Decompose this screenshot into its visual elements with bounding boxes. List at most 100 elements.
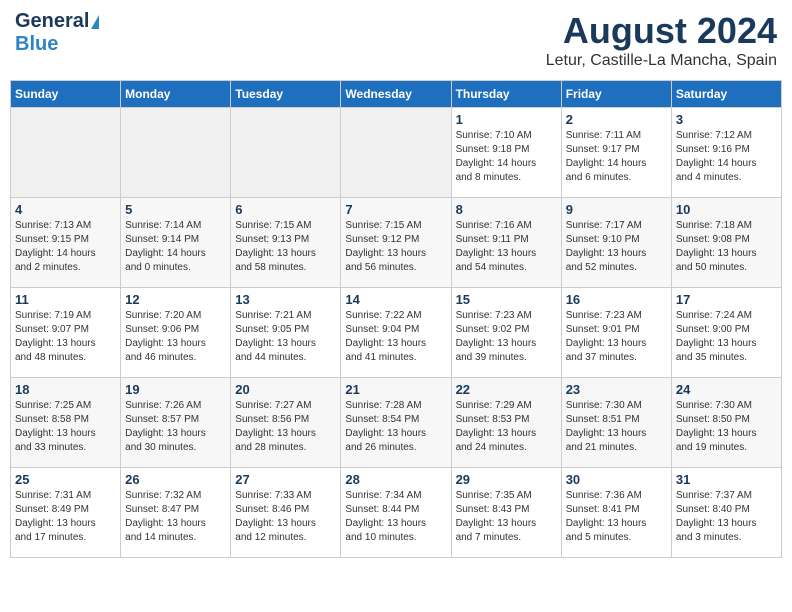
calendar-cell: 28 Sunrise: 7:34 AM Sunset: 8:44 PM Dayli…	[341, 468, 451, 558]
day-info: Sunrise: 7:28 AM Sunset: 8:54 PM Dayligh…	[345, 399, 446, 455]
day-number: 23	[566, 382, 667, 397]
calendar-cell: 14Sunrise: 7:22 AM Sunset: 9:04 PM Dayli…	[341, 288, 451, 378]
logo-general-text: General	[15, 10, 89, 33]
calendar-cell	[121, 108, 231, 198]
day-number: 8	[456, 202, 557, 217]
day-info: Sunrise: 7:33 AM Sunset: 8:46 PM Dayligh…	[235, 489, 336, 545]
calendar-cell: 16Sunrise: 7:23 AM Sunset: 9:01 PM Dayli…	[561, 288, 671, 378]
weekday-header-friday: Friday	[561, 81, 671, 108]
day-number: 29	[456, 472, 557, 487]
calendar-cell: 29Sunrise: 7:35 AM Sunset: 8:43 PM Dayli…	[451, 468, 561, 558]
day-info: Sunrise: 7:11 AM Sunset: 9:17 PM Dayligh…	[566, 129, 667, 185]
day-info: Sunrise: 7:29 AM Sunset: 8:53 PM Dayligh…	[456, 399, 557, 455]
calendar-week-row: 1Sunrise: 7:10 AM Sunset: 9:18 PM Daylig…	[11, 108, 782, 198]
header: General Blue August 2024 Letur, Castille…	[10, 10, 782, 70]
calendar-cell: 22 Sunrise: 7:29 AM Sunset: 8:53 PM Dayli…	[451, 378, 561, 468]
calendar-week-row: 11 Sunrise: 7:19 AM Sunset: 9:07 PM Dayli…	[11, 288, 782, 378]
day-info: Sunrise: 7:19 AM Sunset: 9:07 PM Dayligh…	[15, 309, 116, 365]
day-number: 18	[15, 382, 116, 397]
day-number: 14	[345, 292, 446, 307]
day-info: Sunrise: 7:23 AM Sunset: 9:01 PM Dayligh…	[566, 309, 667, 365]
day-info: Sunrise: 7:14 AM Sunset: 9:14 PM Dayligh…	[125, 219, 226, 275]
day-number: 4	[15, 202, 116, 217]
day-number: 12	[125, 292, 226, 307]
calendar-cell: 9 Sunrise: 7:17 AM Sunset: 9:10 PM Daylig…	[561, 198, 671, 288]
day-number: 19	[125, 382, 226, 397]
calendar-cell: 27 Sunrise: 7:33 AM Sunset: 8:46 PM Dayli…	[231, 468, 341, 558]
day-number: 21	[345, 382, 446, 397]
calendar-cell	[231, 108, 341, 198]
calendar-cell: 18Sunrise: 7:25 AM Sunset: 8:58 PM Dayli…	[11, 378, 121, 468]
day-info: Sunrise: 7:31 AM Sunset: 8:49 PM Dayligh…	[15, 489, 116, 545]
day-info: Sunrise: 7:30 AM Sunset: 8:51 PM Dayligh…	[566, 399, 667, 455]
weekday-header-row: SundayMondayTuesdayWednesdayThursdayFrid…	[11, 81, 782, 108]
calendar-cell: 20 Sunrise: 7:27 AM Sunset: 8:56 PM Dayli…	[231, 378, 341, 468]
day-number: 15	[456, 292, 557, 307]
day-info: Sunrise: 7:26 AM Sunset: 8:57 PM Dayligh…	[125, 399, 226, 455]
calendar-cell: 8 Sunrise: 7:16 AM Sunset: 9:11 PM Daylig…	[451, 198, 561, 288]
day-info: Sunrise: 7:15 AM Sunset: 9:12 PM Dayligh…	[345, 219, 446, 275]
logo-blue-text: Blue	[15, 33, 58, 56]
day-number: 2	[566, 112, 667, 127]
weekday-header-monday: Monday	[121, 81, 231, 108]
day-number: 30	[566, 472, 667, 487]
day-info: Sunrise: 7:16 AM Sunset: 9:11 PM Dayligh…	[456, 219, 557, 275]
day-info: Sunrise: 7:27 AM Sunset: 8:56 PM Dayligh…	[235, 399, 336, 455]
location-title: Letur, Castille-La Mancha, Spain	[546, 52, 777, 70]
weekday-header-saturday: Saturday	[671, 81, 781, 108]
calendar-cell	[341, 108, 451, 198]
day-info: Sunrise: 7:10 AM Sunset: 9:18 PM Dayligh…	[456, 129, 557, 185]
calendar-cell: 7 Sunrise: 7:15 AM Sunset: 9:12 PM Daylig…	[341, 198, 451, 288]
day-number: 9	[566, 202, 667, 217]
day-number: 3	[676, 112, 777, 127]
calendar-cell: 13 Sunrise: 7:21 AM Sunset: 9:05 PM Dayli…	[231, 288, 341, 378]
day-info: Sunrise: 7:34 AM Sunset: 8:44 PM Dayligh…	[345, 489, 446, 545]
calendar-cell	[11, 108, 121, 198]
day-info: Sunrise: 7:17 AM Sunset: 9:10 PM Dayligh…	[566, 219, 667, 275]
calendar-cell: 11 Sunrise: 7:19 AM Sunset: 9:07 PM Dayli…	[11, 288, 121, 378]
calendar-cell: 5 Sunrise: 7:14 AM Sunset: 9:14 PM Daylig…	[121, 198, 231, 288]
calendar-cell: 23 Sunrise: 7:30 AM Sunset: 8:51 PM Dayli…	[561, 378, 671, 468]
day-number: 5	[125, 202, 226, 217]
calendar-table: SundayMondayTuesdayWednesdayThursdayFrid…	[10, 80, 782, 558]
day-number: 6	[235, 202, 336, 217]
calendar-cell: 6Sunrise: 7:15 AM Sunset: 9:13 PM Daylig…	[231, 198, 341, 288]
title-area: August 2024 Letur, Castille-La Mancha, S…	[546, 10, 777, 70]
day-info: Sunrise: 7:18 AM Sunset: 9:08 PM Dayligh…	[676, 219, 777, 275]
day-number: 24	[676, 382, 777, 397]
day-info: Sunrise: 7:13 AM Sunset: 9:15 PM Dayligh…	[15, 219, 116, 275]
calendar-cell: 2 Sunrise: 7:11 AM Sunset: 9:17 PM Daylig…	[561, 108, 671, 198]
calendar-cell: 26Sunrise: 7:32 AM Sunset: 8:47 PM Dayli…	[121, 468, 231, 558]
day-number: 7	[345, 202, 446, 217]
day-number: 28	[345, 472, 446, 487]
calendar-cell: 3Sunrise: 7:12 AM Sunset: 9:16 PM Daylig…	[671, 108, 781, 198]
calendar-cell: 15Sunrise: 7:23 AM Sunset: 9:02 PM Dayli…	[451, 288, 561, 378]
month-title: August 2024	[546, 10, 777, 52]
day-number: 10	[676, 202, 777, 217]
calendar-cell: 24 Sunrise: 7:30 AM Sunset: 8:50 PM Dayli…	[671, 378, 781, 468]
day-number: 26	[125, 472, 226, 487]
day-number: 17	[676, 292, 777, 307]
day-info: Sunrise: 7:30 AM Sunset: 8:50 PM Dayligh…	[676, 399, 777, 455]
day-number: 31	[676, 472, 777, 487]
calendar-cell: 19 Sunrise: 7:26 AM Sunset: 8:57 PM Dayli…	[121, 378, 231, 468]
calendar-cell: 21 Sunrise: 7:28 AM Sunset: 8:54 PM Dayli…	[341, 378, 451, 468]
day-number: 25	[15, 472, 116, 487]
calendar-cell: 17 Sunrise: 7:24 AM Sunset: 9:00 PM Dayli…	[671, 288, 781, 378]
calendar-cell: 4 Sunrise: 7:13 AM Sunset: 9:15 PM Daylig…	[11, 198, 121, 288]
logo-triangle-icon	[91, 15, 99, 29]
weekday-header-thursday: Thursday	[451, 81, 561, 108]
day-info: Sunrise: 7:36 AM Sunset: 8:41 PM Dayligh…	[566, 489, 667, 545]
day-info: Sunrise: 7:21 AM Sunset: 9:05 PM Dayligh…	[235, 309, 336, 365]
calendar-week-row: 4 Sunrise: 7:13 AM Sunset: 9:15 PM Daylig…	[11, 198, 782, 288]
calendar-week-row: 18Sunrise: 7:25 AM Sunset: 8:58 PM Dayli…	[11, 378, 782, 468]
day-number: 22	[456, 382, 557, 397]
day-info: Sunrise: 7:24 AM Sunset: 9:00 PM Dayligh…	[676, 309, 777, 365]
day-number: 11	[15, 292, 116, 307]
day-number: 13	[235, 292, 336, 307]
day-number: 27	[235, 472, 336, 487]
calendar-cell: 30 Sunrise: 7:36 AM Sunset: 8:41 PM Dayli…	[561, 468, 671, 558]
calendar-cell: 1Sunrise: 7:10 AM Sunset: 9:18 PM Daylig…	[451, 108, 561, 198]
calendar-cell: 10 Sunrise: 7:18 AM Sunset: 9:08 PM Dayli…	[671, 198, 781, 288]
day-number: 20	[235, 382, 336, 397]
